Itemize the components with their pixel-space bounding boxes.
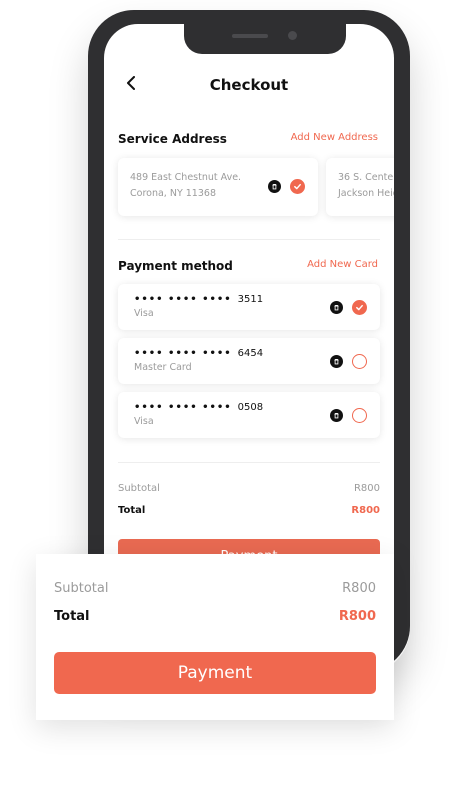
card-number: •••• •••• •••• 6454: [134, 348, 263, 359]
card-type: Master Card: [134, 362, 192, 373]
address-line1: 489 East Chestnut Ave.: [130, 172, 242, 183]
phone-notch: [184, 24, 346, 54]
payment-button[interactable]: Payment: [54, 652, 376, 694]
delete-icon[interactable]: [330, 301, 343, 314]
summary-zoom-card: Subtotal R800 Total R800 Payment: [36, 554, 394, 720]
address-text: 489 East Chestnut Ave. Corona, NY 11368: [130, 170, 241, 202]
card-type: Visa: [134, 416, 154, 427]
add-new-address-link[interactable]: Add New Address: [291, 132, 378, 143]
card-last4: 3511: [237, 294, 264, 305]
address-line1: 36 S. Center: [338, 172, 394, 183]
service-address-title: Service Address: [118, 132, 227, 146]
delete-icon[interactable]: [330, 355, 343, 368]
subtotal-value: R800: [342, 581, 376, 596]
card-mask: •••• •••• ••••: [134, 294, 232, 305]
total-value: R800: [338, 609, 376, 624]
page-title: Checkout: [209, 76, 289, 94]
address-card[interactable]: 489 East Chestnut Ave. Corona, NY 11368: [118, 158, 318, 216]
address-line2: Corona, NY 11368: [130, 188, 216, 199]
radio-unselected[interactable]: [352, 354, 367, 369]
address-line2: Jackson Heights: [338, 188, 394, 199]
total-label: Total: [54, 609, 90, 624]
add-new-card-link[interactable]: Add New Card: [307, 259, 378, 270]
card-last4: 0508: [237, 402, 264, 413]
payment-card-row[interactable]: •••• •••• •••• 0508 Visa: [118, 392, 380, 438]
radio-unselected[interactable]: [352, 408, 367, 423]
section-divider: [118, 462, 380, 463]
address-text: 36 S. Center Jackson Heights: [338, 170, 394, 202]
payment-card-row[interactable]: •••• •••• •••• 3511 Visa: [118, 284, 380, 330]
selected-check-icon[interactable]: [352, 300, 367, 315]
subtotal-value: R800: [353, 483, 380, 494]
card-number: •••• •••• •••• 3511: [134, 294, 263, 305]
card-last4: 6454: [237, 348, 264, 359]
total-value: R800: [351, 505, 380, 516]
subtotal-label: Subtotal: [118, 483, 160, 494]
card-number: •••• •••• •••• 0508: [134, 402, 263, 413]
speaker-grille: [232, 34, 268, 38]
front-camera: [288, 31, 297, 40]
payment-method-title: Payment method: [118, 259, 233, 273]
total-label: Total: [118, 505, 146, 516]
card-mask: •••• •••• ••••: [134, 402, 232, 413]
payment-card-row[interactable]: •••• •••• •••• 6454 Master Card: [118, 338, 380, 384]
subtotal-label: Subtotal: [54, 581, 109, 596]
section-divider: [118, 239, 380, 240]
card-mask: •••• •••• ••••: [134, 348, 232, 359]
card-type: Visa: [134, 308, 154, 319]
delete-icon[interactable]: [330, 409, 343, 422]
address-card[interactable]: 36 S. Center Jackson Heights: [326, 158, 394, 216]
selected-check-icon[interactable]: [290, 179, 305, 194]
delete-icon[interactable]: [268, 180, 281, 193]
